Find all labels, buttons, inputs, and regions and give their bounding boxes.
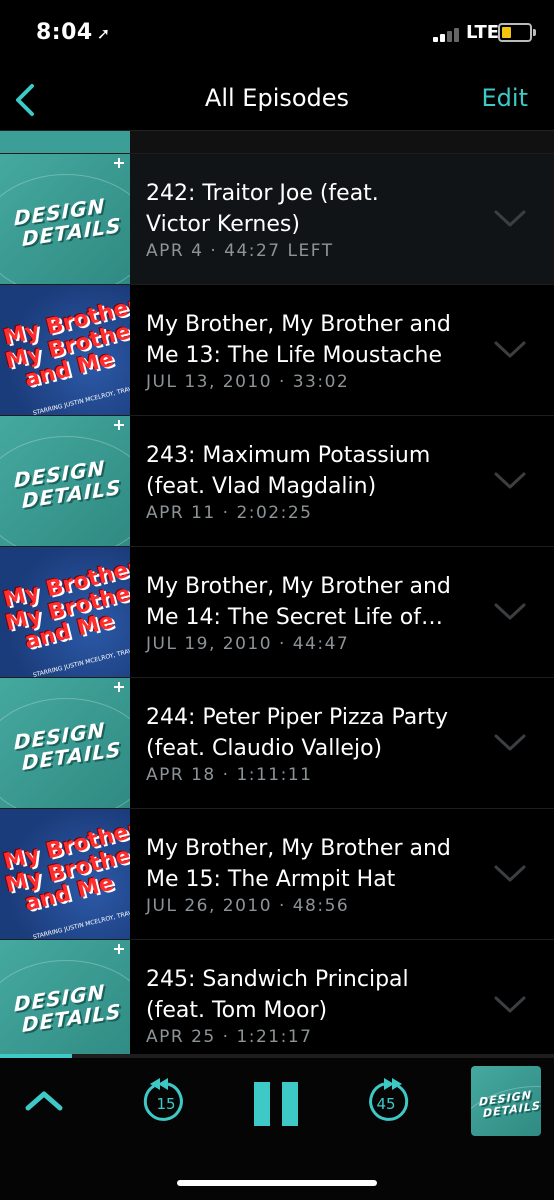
list-item-partial (0, 131, 554, 154)
episode-title-line-2: Victor Kernes) (146, 212, 300, 237)
mbmbam-artwork: My Brother, My Brother and Me STARRING JUST… (0, 547, 130, 677)
episode-meta: APR 25 · 1:21:17 (146, 1027, 313, 1047)
edit-button[interactable]: Edit (482, 84, 528, 112)
status-time-text: 8:04 (36, 20, 93, 45)
design-details-artwork: DESIGN DETAILS (0, 940, 130, 1054)
episode-row[interactable]: DESIGN DETAILS 242: Traitor Joe (feat. Vict… (0, 154, 554, 285)
episode-title-line-2: (feat. Claudio Vallejo) (146, 736, 383, 761)
partial-artwork (0, 131, 130, 153)
mbmbam-artwork: My Brother, My Brother and Me STARRING JUST… (0, 809, 130, 939)
plus-icon (114, 158, 124, 168)
episode-actions-button[interactable] (494, 472, 526, 490)
episode-row[interactable]: My Brother, My Brother and Me STARRING JUST… (0, 285, 554, 416)
episode-title-line-1: 243: Maximum Potassium (146, 443, 431, 468)
cellular-signal-icon (433, 26, 463, 42)
episode-title: 243: Maximum Potassium (feat. Vlad Magdal… (146, 440, 466, 502)
episode-rows: DESIGN DETAILS 242: Traitor Joe (feat. Vict… (0, 154, 554, 1054)
episode-row[interactable]: DESIGN DETAILS 245: Sandwich Principal (fea… (0, 940, 554, 1054)
status-bar: 8:04 ➚ LTE (0, 0, 554, 70)
mbmbam-artwork: My Brother, My Brother and Me STARRING JUST… (0, 285, 130, 415)
episode-title: 245: Sandwich Principal (feat. Tom Moor) (146, 964, 466, 1026)
episode-title-line-1: My Brother, My Brother and (146, 312, 451, 337)
navigation-bar: All Episodes Edit (0, 70, 554, 131)
status-time: 8:04 ➚ (36, 20, 111, 45)
design-details-artwork: DESIGN DETAILS (0, 416, 130, 546)
episode-meta: JUL 13, 2010 · 33:02 (146, 372, 350, 392)
pause-icon (254, 1082, 298, 1126)
chevron-down-icon (494, 210, 526, 227)
episode-title-line-1: 244: Peter Piper Pizza Party (146, 705, 448, 730)
chevron-down-icon (494, 472, 526, 489)
chevron-down-icon (494, 734, 526, 751)
episode-row[interactable]: DESIGN DETAILS 244: Peter Piper Pizza Part… (0, 678, 554, 809)
pause-button[interactable] (252, 1080, 302, 1128)
episode-meta: APR 4 · 44:27 LEFT (146, 241, 334, 261)
network-type: LTE (466, 22, 500, 43)
now-playing-artwork[interactable]: DESIGN DETAILS (471, 1066, 541, 1136)
episode-meta: APR 11 · 2:02:25 (146, 503, 313, 523)
episode-actions-button[interactable] (494, 603, 526, 621)
episode-title: My Brother, My Brother and Me 13: The Lif… (146, 309, 466, 371)
episode-title-line-1: My Brother, My Brother and (146, 836, 451, 861)
skip-forward-button[interactable]: 45 (358, 1074, 414, 1130)
episode-title: My Brother, My Brother and Me 15: The Arm… (146, 833, 466, 895)
location-arrow-icon: ➚ (96, 24, 111, 43)
episode-row[interactable]: My Brother, My Brother and Me STARRING JUST… (0, 547, 554, 678)
chevron-down-icon (494, 603, 526, 620)
chevron-up-icon (25, 1091, 63, 1111)
episode-row[interactable]: My Brother, My Brother and Me STARRING JUST… (0, 809, 554, 940)
episode-title-line-2: Me 13: The Life Moustache (146, 343, 442, 368)
plus-icon (114, 682, 124, 692)
episode-row[interactable]: DESIGN DETAILS 243: Maximum Potassium (feat… (0, 416, 554, 547)
episode-title: 242: Traitor Joe (feat. Victor Kernes) (146, 178, 466, 240)
episode-meta: JUL 19, 2010 · 44:47 (146, 634, 350, 654)
expand-player-button[interactable] (22, 1086, 66, 1114)
episode-actions-button[interactable] (494, 865, 526, 883)
episode-title-line-1: My Brother, My Brother and (146, 574, 451, 599)
battery-nub (533, 29, 536, 36)
chevron-down-icon (494, 996, 526, 1013)
episode-actions-button[interactable] (494, 996, 526, 1014)
skip-forward-seconds: 45 (376, 1095, 396, 1113)
episode-title-line-2: Me 14: The Secret Life of… (146, 605, 443, 630)
episode-title: 244: Peter Piper Pizza Party (feat. Claud… (146, 702, 466, 764)
home-indicator[interactable] (177, 1180, 377, 1186)
episode-actions-button[interactable] (494, 210, 526, 228)
plus-icon (114, 420, 124, 430)
episode-title-line-2: (feat. Tom Moor) (146, 998, 328, 1023)
mini-player: 15 45 DESIGN DETAILS (0, 1058, 554, 1200)
episode-title-line-1: 242: Traitor Joe (feat. (146, 181, 379, 206)
plus-icon (114, 944, 124, 954)
episode-actions-button[interactable] (494, 734, 526, 752)
skip-back-button[interactable]: 15 (138, 1074, 194, 1130)
chevron-down-icon (494, 865, 526, 882)
episode-title: My Brother, My Brother and Me 14: The Sec… (146, 571, 466, 633)
episode-meta: APR 18 · 1:11:11 (146, 765, 313, 785)
design-details-artwork: DESIGN DETAILS (0, 154, 130, 284)
battery-icon (498, 23, 536, 42)
episode-title-line-2: Me 15: The Armpit Hat (146, 867, 396, 892)
episode-actions-button[interactable] (494, 341, 526, 359)
battery-fill (502, 27, 512, 38)
design-details-artwork: DESIGN DETAILS (0, 678, 130, 808)
chevron-down-icon (494, 341, 526, 358)
episode-title-line-1: 245: Sandwich Principal (146, 967, 409, 992)
page-title: All Episodes (204, 84, 350, 112)
episode-meta: JUL 26, 2010 · 48:56 (146, 896, 350, 916)
episode-list[interactable]: DESIGN DETAILS 242: Traitor Joe (feat. Vict… (0, 131, 554, 1054)
episode-title-line-2: (feat. Vlad Magdalin) (146, 474, 377, 499)
skip-back-seconds: 15 (156, 1095, 176, 1113)
